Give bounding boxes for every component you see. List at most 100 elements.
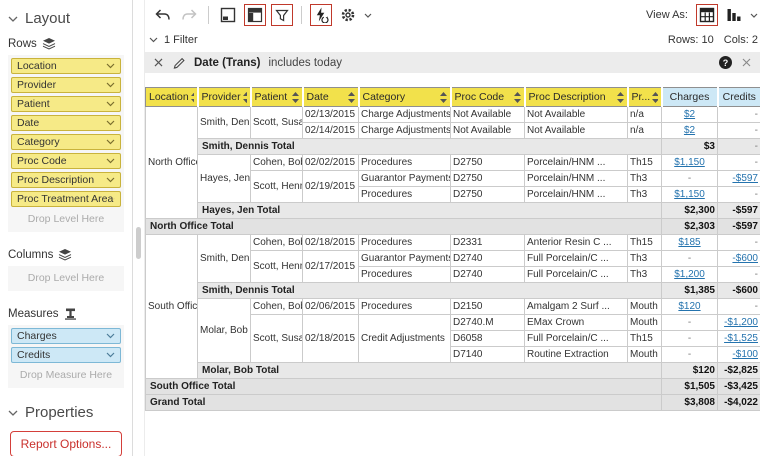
amount-link[interactable]: -$100 <box>717 346 760 363</box>
column-header-location[interactable]: Location <box>145 87 198 107</box>
measures-clamp-icon <box>64 308 76 320</box>
amount-link[interactable]: -$600 <box>717 250 760 267</box>
chevron-down-icon <box>106 139 115 145</box>
sort-icon <box>513 91 521 103</box>
column-header-proc-description[interactable]: Proc Description <box>523 87 628 107</box>
report-options-button[interactable]: Report Options... <box>10 431 122 456</box>
properties-title: Properties <box>25 404 94 421</box>
dimension-cell: Procedures <box>358 298 451 315</box>
amount-link[interactable]: $2 <box>661 122 718 139</box>
dimension-cell: Porcelain/HNM ... <box>524 154 628 171</box>
layout-section-header[interactable]: Layout <box>8 10 124 27</box>
cols-count: Cols: 2 <box>723 33 758 46</box>
close-icon[interactable] <box>741 57 752 68</box>
properties-section-header[interactable]: Properties <box>8 404 124 421</box>
dimension-cell: D2750 <box>450 170 525 187</box>
dimension-cell: Procedures <box>358 186 451 203</box>
total-label-cell: Smith, Dennis Total <box>197 138 662 155</box>
total-amount-cell: -$597 <box>717 218 760 235</box>
filter-chip-actions: ? <box>719 56 752 69</box>
column-header-proc-code[interactable]: Proc Code <box>449 87 525 107</box>
column-header-patient[interactable]: Patient <box>249 87 303 107</box>
header-row: Location Provider Patient Date Category Proc … <box>145 87 760 107</box>
amount-link[interactable]: -$1,200 <box>717 314 760 331</box>
filter-button[interactable] <box>271 4 293 26</box>
toolbar-divider <box>301 6 302 24</box>
measure-pill-charges[interactable]: Charges <box>11 328 121 344</box>
measure-pill-credits[interactable]: Credits <box>11 347 121 363</box>
measures-label: Measures <box>8 308 59 320</box>
view-as-table-button[interactable] <box>696 4 718 26</box>
data-row: Molar, Bob Cohen, Bob 02/06/2015 Procedures… <box>146 298 760 363</box>
column-header-pr[interactable]: Pr... <box>626 87 662 107</box>
amount-link[interactable]: $185 <box>661 234 718 251</box>
row-level-pill-patient[interactable]: Patient <box>11 96 121 112</box>
subtotal-row: Hayes, Jen Total $2,300 -$597 <box>146 202 760 219</box>
sort-icon <box>439 91 447 103</box>
total-amount-cell: -$597 <box>717 202 760 219</box>
chevron-down-icon <box>106 101 115 107</box>
lightning-refresh-icon <box>316 7 329 23</box>
edit-pencil-icon[interactable] <box>172 56 186 69</box>
filter-field-name[interactable]: Date (Trans) <box>194 57 260 69</box>
filter-count-label[interactable]: 1 Filter <box>164 34 198 46</box>
scrollbar-thumb[interactable] <box>136 227 141 259</box>
layout-simple-view-button[interactable] <box>217 4 239 26</box>
columns-drop-zone[interactable]: Drop Level Here <box>8 266 124 291</box>
dimension-cell: 02/06/2015 <box>302 298 359 315</box>
pill-label: Category <box>17 136 60 148</box>
sort-icon <box>190 92 194 102</box>
dimension-cell: 02/14/2015 <box>302 122 359 139</box>
chevron-down-icon[interactable] <box>364 13 372 18</box>
rows-drop-zone[interactable]: Location Provider Patient Date Category Proc … <box>8 55 124 232</box>
row-level-pill-category[interactable]: Category <box>11 134 121 150</box>
dimension-cell: D7140 <box>450 346 525 363</box>
layout-panel: Layout Rows Location Provider Patient Date C… <box>0 0 133 456</box>
help-icon[interactable]: ? <box>719 56 732 69</box>
row-level-pill-date[interactable]: Date <box>11 115 121 131</box>
row-level-pill-proc-treatment-area[interactable]: Proc Treatment Area <box>11 191 121 207</box>
dimension-cell: Cohen, Bob <box>250 154 303 171</box>
column-header-category[interactable]: Category <box>357 87 451 107</box>
dimension-cell: D2740 <box>450 250 525 267</box>
column-header-label: Category <box>362 91 406 103</box>
row-level-pill-location[interactable]: Location <box>11 58 121 74</box>
dimension-cell: Procedures <box>358 266 451 283</box>
total-amount-cell: -$600 <box>717 282 760 299</box>
empty-amount-cell: - <box>661 330 718 347</box>
subtotal-row: Smith, Dennis Total $3- <box>146 138 760 155</box>
column-header-credits[interactable]: Credits <box>716 87 760 107</box>
undo-button[interactable] <box>151 4 173 26</box>
amount-link[interactable]: $1,150 <box>661 186 718 203</box>
chevron-down-icon <box>113 198 115 200</box>
settings-button[interactable] <box>337 4 359 26</box>
remove-filter-icon[interactable] <box>153 57 164 68</box>
column-header-label: Patient <box>254 91 288 103</box>
layout-pivot-view-button[interactable] <box>244 4 266 26</box>
redo-button[interactable] <box>178 4 200 26</box>
auto-refresh-button[interactable] <box>310 4 332 26</box>
amount-link[interactable]: $1,200 <box>661 266 718 283</box>
row-level-pill-proc-description[interactable]: Proc Description <box>11 172 121 188</box>
row-level-pill-provider[interactable]: Provider <box>11 77 121 93</box>
undo-icon <box>154 8 170 20</box>
chevron-down-icon[interactable] <box>750 13 758 18</box>
amount-link[interactable]: -$597 <box>717 170 760 187</box>
dimension-cell: Anterior Resin C ... <box>524 234 628 251</box>
amount-link[interactable]: $1,150 <box>661 154 718 171</box>
amount-link[interactable]: $120 <box>661 298 718 315</box>
view-as-chart-button[interactable] <box>723 4 745 26</box>
total-label-cell: Smith, Dennis Total <box>197 282 662 299</box>
panel-scrollbar[interactable] <box>133 0 145 456</box>
column-header-provider[interactable]: Provider <box>196 87 251 107</box>
amount-link[interactable]: -$1,525 <box>717 330 760 347</box>
row-level-pill-proc-code[interactable]: Proc Code <box>11 153 121 169</box>
total-amount-cell: $1,385 <box>661 282 718 299</box>
total-label-cell: North Office Total <box>145 218 662 235</box>
dimension-cell: Th15 <box>627 154 662 171</box>
chevron-down-icon[interactable] <box>149 37 158 43</box>
measures-drop-zone[interactable]: Charges Credits Drop Measure Here <box>8 325 124 388</box>
amount-link[interactable]: $2 <box>661 106 718 123</box>
column-header-date[interactable]: Date <box>301 87 359 107</box>
column-header-charges[interactable]: Charges <box>660 87 718 107</box>
